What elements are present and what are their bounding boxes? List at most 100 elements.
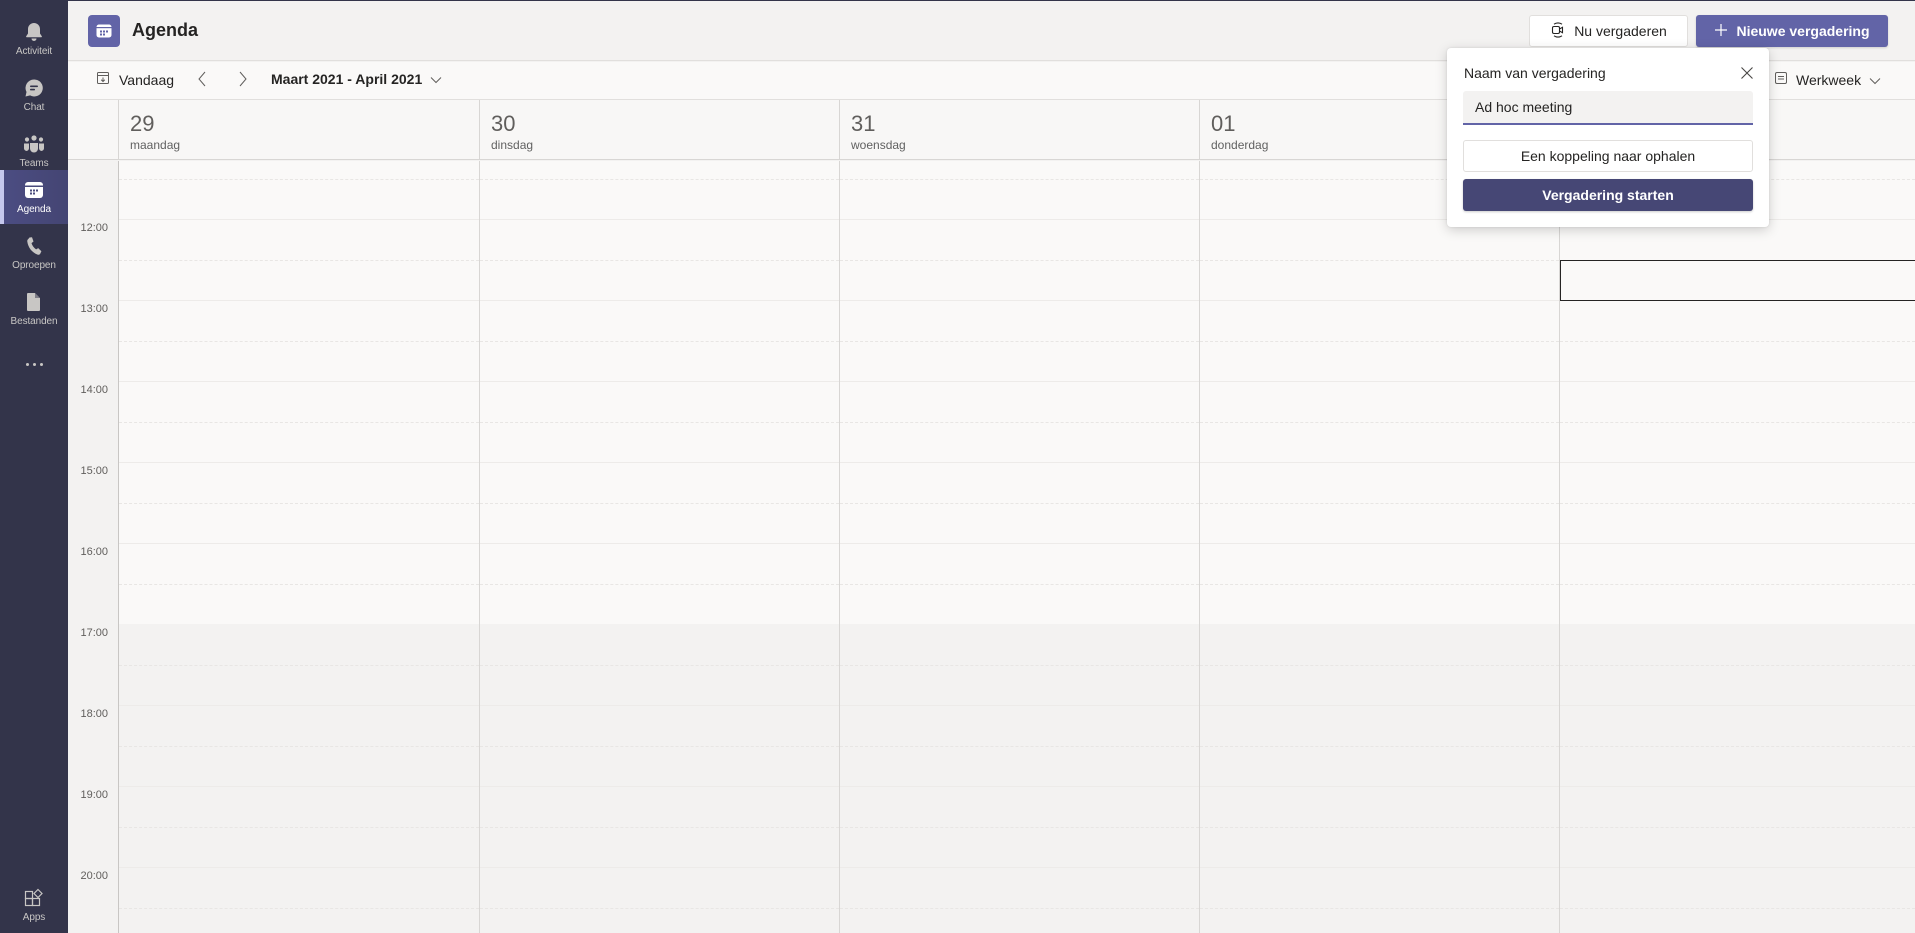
previous-week-button[interactable]	[192, 69, 212, 93]
hour-line	[1560, 462, 1915, 463]
selected-time-slot[interactable]	[1560, 260, 1915, 301]
more-apps-button[interactable]	[0, 352, 68, 376]
half-hour-line	[840, 827, 1199, 828]
half-hour-line	[840, 260, 1199, 261]
half-hour-line	[1560, 908, 1915, 909]
video-camera-icon	[1550, 21, 1566, 41]
time-label: 12:00	[80, 222, 108, 234]
day-number: 29	[130, 111, 155, 136]
view-icon	[1774, 71, 1788, 88]
hour-line	[480, 462, 839, 463]
half-hour-line	[119, 827, 479, 828]
half-hour-line	[840, 746, 1199, 747]
day-header[interactable]: 31 woensdag	[840, 100, 1200, 160]
start-meeting-button[interactable]: Vergadering starten	[1463, 179, 1753, 211]
next-week-button[interactable]	[233, 69, 253, 93]
view-switcher[interactable]: Werkweek	[1774, 71, 1881, 88]
day-header[interactable]: 29 maandag	[119, 100, 480, 160]
hour-line	[480, 381, 839, 382]
appbar-label: Agenda	[17, 204, 51, 215]
hour-line	[840, 705, 1199, 706]
view-label: Werkweek	[1796, 71, 1862, 88]
appbar-label: Apps	[22, 912, 46, 923]
close-button[interactable]	[1740, 66, 1756, 82]
calendar-today-icon	[96, 71, 110, 88]
teams-icon	[23, 133, 45, 155]
half-hour-line	[1200, 746, 1559, 747]
off-hours-area	[119, 624, 479, 933]
new-meeting-label: Nieuwe vergadering	[1736, 23, 1870, 39]
chevron-left-icon	[197, 71, 207, 92]
hour-line	[480, 219, 839, 220]
hour-line	[1200, 300, 1559, 301]
appbar-item-apps[interactable]: Apps	[0, 880, 68, 930]
phone-icon	[23, 235, 45, 257]
half-hour-line	[1200, 503, 1559, 504]
half-hour-line	[480, 341, 839, 342]
half-hour-line	[480, 827, 839, 828]
hour-line	[840, 867, 1199, 868]
half-hour-line	[1200, 422, 1559, 423]
hour-line	[1200, 462, 1559, 463]
hour-line	[1200, 705, 1559, 706]
half-hour-line	[1200, 260, 1559, 261]
get-link-button[interactable]: Een koppeling naar ophalen	[1463, 140, 1753, 172]
day-column[interactable]	[480, 161, 840, 933]
half-hour-line	[1560, 827, 1915, 828]
calendar-icon	[23, 179, 45, 201]
meet-now-popup: Naam van vergadering Een koppeling naar …	[1447, 48, 1769, 227]
today-label: Vandaag	[119, 71, 175, 88]
meeting-name-input[interactable]	[1463, 91, 1753, 125]
time-label: 16:00	[80, 546, 108, 558]
popup-title: Naam van vergadering	[1464, 65, 1606, 81]
new-meeting-button[interactable]: Nieuwe vergadering	[1696, 15, 1888, 47]
appbar-item-calls[interactable]: Oproepen	[0, 226, 68, 280]
half-hour-line	[480, 908, 839, 909]
half-hour-line	[119, 665, 479, 666]
meet-now-button[interactable]: Nu vergaderen	[1529, 15, 1688, 47]
date-range-picker[interactable]: Maart 2021 - April 2021	[271, 71, 442, 87]
page-title: Agenda	[132, 20, 199, 40]
hour-line	[480, 705, 839, 706]
day-column[interactable]	[840, 161, 1200, 933]
hour-line	[1560, 705, 1915, 706]
half-hour-line	[840, 584, 1199, 585]
hour-line	[840, 300, 1199, 301]
chevron-down-icon	[430, 71, 442, 87]
appbar-label: Chat	[23, 102, 45, 113]
half-hour-line	[840, 179, 1199, 180]
half-hour-line	[1560, 341, 1915, 342]
appbar-item-activity[interactable]: Activiteit	[0, 12, 68, 66]
apps-icon	[23, 887, 45, 909]
half-hour-line	[840, 908, 1199, 909]
half-hour-line	[1560, 665, 1915, 666]
day-weekday: woensdag	[851, 138, 906, 152]
day-column[interactable]	[1200, 161, 1560, 933]
hour-line	[119, 381, 479, 382]
half-hour-line	[1560, 746, 1915, 747]
half-hour-line	[480, 422, 839, 423]
hour-line	[119, 300, 479, 301]
hour-line	[1200, 867, 1559, 868]
hour-line	[119, 462, 479, 463]
appbar-item-calendar[interactable]: Agenda	[0, 170, 68, 224]
day-column[interactable]	[119, 161, 480, 933]
appbar-label: Activiteit	[15, 46, 53, 57]
time-label: 15:00	[80, 465, 108, 477]
more-dot	[32, 362, 36, 366]
app-bar: Activiteit Chat Teams Agenda Oproepen Be…	[0, 0, 68, 933]
chevron-down-icon	[1869, 72, 1881, 88]
half-hour-line	[1200, 827, 1559, 828]
day-header[interactable]: 30 dinsdag	[480, 100, 840, 160]
chevron-right-icon	[238, 71, 248, 92]
today-button[interactable]: Vandaag	[96, 71, 174, 88]
appbar-label: Teams	[19, 158, 49, 169]
half-hour-line	[480, 503, 839, 504]
time-label: 18:00	[80, 708, 108, 720]
half-hour-line	[480, 260, 839, 261]
hour-line	[119, 543, 479, 544]
off-hours-area	[840, 624, 1199, 933]
appbar-item-files[interactable]: Bestanden	[0, 282, 68, 336]
half-hour-line	[840, 341, 1199, 342]
appbar-item-chat[interactable]: Chat	[0, 68, 68, 122]
